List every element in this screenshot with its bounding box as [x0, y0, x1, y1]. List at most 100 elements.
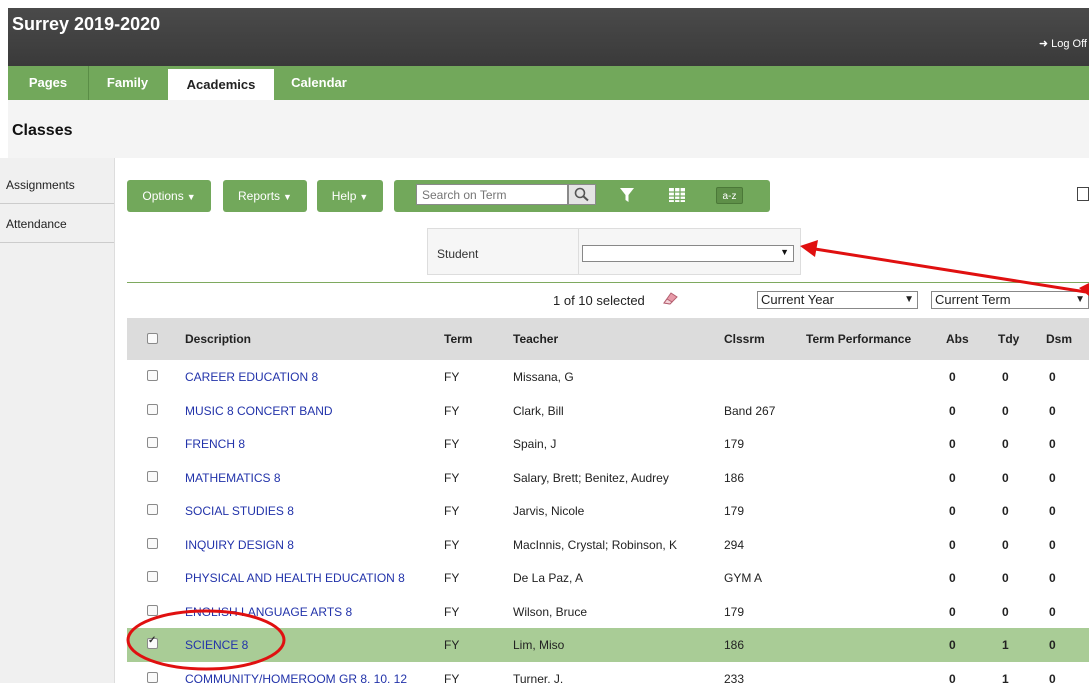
options-button[interactable]: Options ▼ [127, 180, 211, 212]
cell-classroom: 186 [724, 638, 745, 652]
student-select[interactable]: ▼ [582, 245, 794, 262]
cell-tdy: 0 [1002, 537, 1009, 552]
app-header: Surrey 2019-2020 ➜ Log Off [8, 8, 1089, 66]
year-select-value: Current Year [761, 292, 834, 307]
term-select[interactable]: Current Term ▼ [931, 291, 1089, 309]
search-input[interactable] [416, 184, 568, 205]
cell-abs: 0 [949, 571, 956, 585]
tab-calendar[interactable]: Calendar [274, 66, 364, 100]
cell-dsm: 0 [1049, 638, 1056, 652]
cell-term: FY [444, 604, 460, 619]
row-checkbox[interactable] [147, 470, 158, 482]
row-checkbox[interactable] [147, 370, 158, 381]
row-checkbox[interactable] [147, 437, 158, 448]
col-classroom[interactable]: Clssrm [724, 332, 765, 346]
search-toolbar: a-z [394, 180, 770, 212]
col-description[interactable]: Description [185, 332, 251, 346]
cell-teacher: Turner, J. [513, 671, 564, 683]
sort-az-button[interactable]: a-z [716, 187, 743, 204]
cell-term: FY [444, 403, 460, 418]
cell-tdy: 1 [1002, 638, 1009, 652]
cell-tdy: 0 [1002, 571, 1009, 585]
logoff-label: Log Off [1051, 38, 1087, 50]
table-row[interactable]: FRENCH 8 FY Spain, J 179 0 0 0 [127, 427, 1089, 461]
sidebar-item-attendance[interactable]: Attendance [0, 205, 114, 243]
row-checkbox[interactable] [147, 403, 158, 415]
cell-dsm: 0 [1049, 403, 1056, 418]
cell-term: FY [444, 504, 460, 518]
cell-description[interactable]: MUSIC 8 CONCERT BAND [185, 404, 333, 418]
logoff-link[interactable]: ➜ Log Off [1039, 37, 1087, 50]
search-button[interactable] [568, 184, 596, 205]
tab-pages[interactable]: Pages [8, 66, 88, 100]
cell-description[interactable]: SOCIAL STUDIES 8 [185, 504, 294, 518]
col-abs[interactable]: Abs [946, 332, 969, 346]
table-row[interactable]: SCIENCE 8 FY Lim, Miso 186 0 1 0 [127, 628, 1089, 662]
row-checkbox[interactable] [147, 604, 158, 616]
table-row[interactable]: COMMUNITY/HOMEROOM GR 8, 10, 12 FY Turner,… [127, 661, 1089, 683]
cell-tdy: 0 [1002, 504, 1009, 518]
cell-abs: 0 [949, 604, 956, 619]
cell-dsm: 0 [1049, 504, 1056, 518]
column-grid-icon[interactable] [668, 186, 686, 204]
tab-family[interactable]: Family [89, 66, 166, 100]
cell-dsm: 0 [1049, 537, 1056, 552]
main-nav: Pages Family Academics Calendar [8, 66, 1089, 100]
tab-academics[interactable]: Academics [168, 69, 274, 100]
student-filter: Student ▼ [427, 228, 801, 275]
cell-description[interactable]: CAREER EDUCATION 8 [185, 370, 318, 384]
cell-description[interactable]: FRENCH 8 [185, 437, 245, 451]
sidebar-item-assignments[interactable]: Assignments [0, 166, 114, 204]
col-teacher[interactable]: Teacher [513, 332, 558, 346]
col-tdy[interactable]: Tdy [998, 332, 1019, 346]
table-row[interactable]: MATHEMATICS 8 FY Salary, Brett; Benitez, A… [127, 460, 1089, 495]
cell-abs: 0 [949, 437, 956, 451]
search-icon [574, 187, 589, 202]
cell-abs: 0 [949, 638, 956, 652]
cell-description[interactable]: COMMUNITY/HOMEROOM GR 8, 10, 12 [185, 672, 407, 683]
table-row[interactable]: INQUIRY DESIGN 8 FY MacInnis, Crystal; Rob… [127, 527, 1089, 562]
chevron-down-icon: ▼ [283, 192, 292, 202]
row-checkbox[interactable] [147, 504, 158, 515]
popout-icon[interactable] [1077, 187, 1089, 201]
table-row[interactable]: ENGLISH LANGUAGE ARTS 8 FY Wilson, Bruce 17… [127, 594, 1089, 629]
cell-classroom: 186 [724, 470, 745, 485]
cell-description[interactable]: PHYSICAL AND HEALTH EDUCATION 8 [185, 571, 405, 585]
cell-description[interactable]: INQUIRY DESIGN 8 [185, 538, 294, 552]
table-row[interactable]: CAREER EDUCATION 8 FY Missana, G 0 0 0 [127, 360, 1089, 394]
table-row[interactable]: PHYSICAL AND HEALTH EDUCATION 8 FY De La P… [127, 561, 1089, 595]
cell-term: FY [444, 470, 460, 485]
annotation-arrowhead [800, 240, 818, 257]
cell-term: FY [444, 537, 460, 552]
row-checkbox[interactable] [147, 537, 158, 549]
term-select-value: Current Term [935, 292, 1011, 307]
table-header: Description Term Teacher Clssrm Term Per… [127, 318, 1089, 360]
cell-dsm: 0 [1049, 604, 1056, 619]
cell-teacher: Clark, Bill [513, 403, 564, 418]
row-checkbox[interactable] [147, 571, 158, 582]
row-checkbox[interactable] [147, 635, 158, 649]
cell-classroom: 179 [724, 437, 745, 451]
logoff-icon: ➜ [1038, 38, 1049, 50]
cell-classroom: 179 [724, 604, 745, 619]
cell-description[interactable]: ENGLISH LANGUAGE ARTS 8 [185, 605, 352, 619]
cell-term: FY [444, 671, 460, 683]
row-checkbox[interactable] [147, 671, 158, 683]
cell-teacher: Lim, Miso [513, 638, 565, 652]
table-row[interactable]: MUSIC 8 CONCERT BAND FY Clark, Bill Band 26… [127, 393, 1089, 428]
filter-icon[interactable] [618, 186, 636, 204]
divider [127, 282, 1089, 283]
year-select[interactable]: Current Year ▼ [757, 291, 918, 309]
cell-description[interactable]: SCIENCE 8 [185, 638, 248, 652]
col-term-performance[interactable]: Term Performance [806, 332, 911, 346]
cell-dsm: 0 [1049, 437, 1056, 451]
reports-button[interactable]: Reports ▼ [223, 180, 307, 212]
select-all-checkbox[interactable] [147, 333, 158, 344]
help-button[interactable]: Help ▼ [317, 180, 383, 212]
clear-selection-icon[interactable] [660, 291, 678, 305]
col-dsm[interactable]: Dsm [1046, 332, 1072, 346]
cell-description[interactable]: MATHEMATICS 8 [185, 471, 281, 485]
cell-term: FY [444, 370, 460, 384]
col-term[interactable]: Term [444, 332, 472, 346]
table-row[interactable]: SOCIAL STUDIES 8 FY Jarvis, Nicole 179 0 0 0 [127, 494, 1089, 528]
